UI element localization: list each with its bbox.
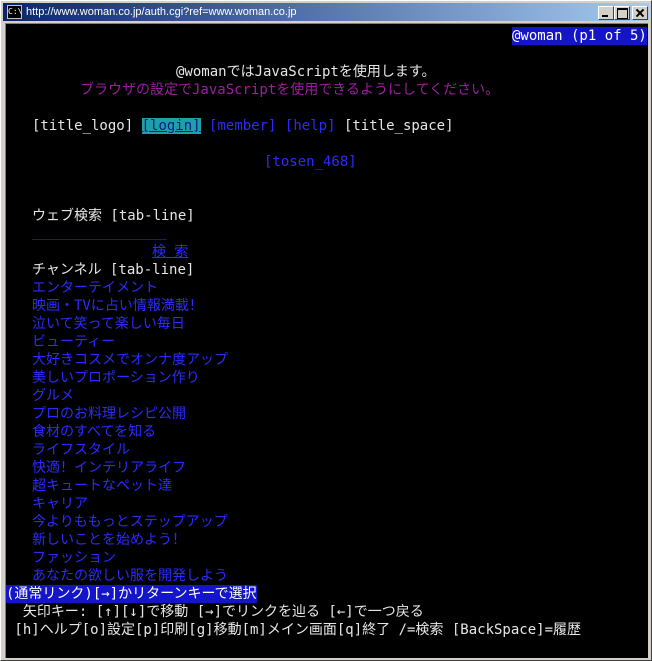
login-link[interactable]: [login] [141,118,201,134]
channel-link[interactable]: 映画・TVに占い情報満載！ [32,297,203,315]
page-status: @woman (p1 of 5) [512,27,647,45]
close-button[interactable] [632,6,648,20]
text-browser-screen: @woman (p1 of 5) @womanではJavaScriptを使用しま… [5,23,648,658]
link-hint: (通常リンク)[→]かリターンキーで選択 [6,585,257,603]
channel-link[interactable]: ビューティー [32,333,115,351]
channel-link[interactable]: 大好きコスメでオンナ度アップ [32,351,228,369]
channel-link[interactable]: プロのお料理レシピ公開 [32,405,186,423]
title-logo: [title_logo] [32,118,134,134]
nav-row: [title_logo] [login] [member] [help] [ti… [32,117,454,135]
channel-link[interactable]: ファッション [32,549,116,567]
channel-link[interactable]: 新しいことを始めよう！ [32,531,186,549]
help-link[interactable]: [help] [285,118,336,134]
title-space: [title_space] [343,118,454,134]
maximize-button[interactable] [614,6,630,20]
tosen-banner-link[interactable]: [tosen_468] [264,153,357,171]
notice-line-2: ブラウザの設定でJavaScriptを使用できるようにしてください。 [80,82,500,98]
search-input[interactable]: ________________ [32,223,167,241]
key-help-line-2: [h]ヘルプ[o]設定[p]印刷[g]移動[m]メイン画面[q]終了 /=検索 … [6,622,582,638]
member-link[interactable]: [member] [209,118,276,134]
search-button[interactable]: 検 索 [152,243,188,261]
channel-link[interactable]: 泣いて笑って楽しい毎日 [32,315,185,333]
notice-line-1: @womanではJavaScriptを使用します。 [176,64,436,80]
channel-link[interactable]: ライフスタイル [32,441,130,459]
channel-link[interactable]: あなたの欲しい服を開発しよう [32,567,228,585]
channel-heading: チャンネル [tab-line] [32,262,195,278]
channel-link[interactable]: 食材のすべてを知る [32,423,156,441]
channel-link[interactable]: エンターテイメント [32,279,158,297]
channel-link[interactable]: 超キュートなペット達 [32,477,172,495]
console-icon[interactable]: C:\ [7,5,22,19]
channel-link[interactable]: 快適！インテリアライフ [32,459,186,477]
title-bar[interactable]: C:\ http://www.woman.co.jp/auth.cgi?ref=… [3,3,649,21]
minimize-button[interactable] [598,6,614,20]
key-help-line-1: 矢印キー: [↑][↓]で移動 [→]でリンクを辿る [←]で一つ戻る [6,604,424,620]
channel-link[interactable]: キャリア [32,495,88,513]
channel-link[interactable]: グルメ [32,387,74,405]
channel-link[interactable]: 美しいプロポーション作り [32,369,200,387]
browser-window: C:\ http://www.woman.co.jp/auth.cgi?ref=… [0,0,652,661]
channel-link[interactable]: 今よりももっとステップアップ [32,513,228,531]
window-title: http://www.woman.co.jp/auth.cgi?ref=www.… [26,6,297,18]
